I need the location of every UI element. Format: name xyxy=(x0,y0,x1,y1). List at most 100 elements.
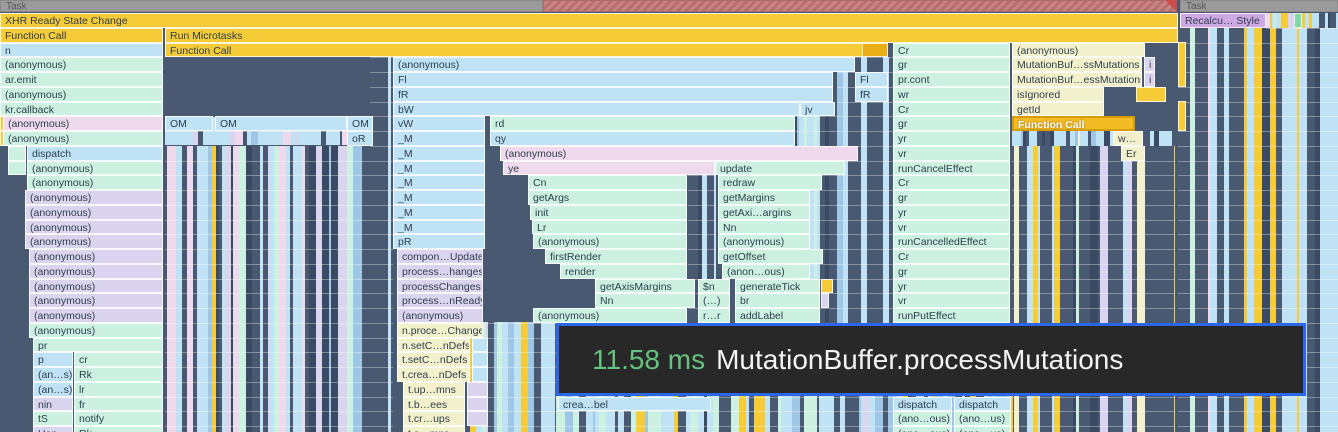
frame--anonymous-[interactable]: (anonymous) xyxy=(27,175,163,190)
frame--anonymous-[interactable]: (anonymous) xyxy=(533,308,687,323)
frame-compon-update[interactable]: compon…Update xyxy=(397,249,483,264)
frame-fr[interactable]: fR xyxy=(393,86,833,102)
frame--ano-us-[interactable]: (ano…us) xyxy=(954,411,1011,426)
frame--anonymous-[interactable]: (anonymous) xyxy=(29,263,163,279)
frame-sliver[interactable] xyxy=(472,352,488,367)
frame-getaxi-argins[interactable]: getAxi…argins xyxy=(718,204,810,220)
frame-om[interactable]: OM xyxy=(165,116,213,131)
frame-init[interactable]: init xyxy=(530,204,687,220)
frame-function-call[interactable]: Function Call xyxy=(0,27,163,43)
frame-n-setc-ndefs[interactable]: n.setC…nDefs xyxy=(397,337,470,353)
frame--anonymous-[interactable]: (anonymous) xyxy=(533,234,687,249)
frame--m[interactable]: _M xyxy=(393,160,485,176)
frame-sliver[interactable] xyxy=(1178,42,1186,87)
frame-sliver[interactable] xyxy=(862,42,888,58)
frame-cr[interactable]: Cr xyxy=(893,42,1010,58)
frame-sliver[interactable] xyxy=(472,337,488,353)
frame-t-crea-ndefs[interactable]: t.crea…nDefs xyxy=(397,367,470,382)
frame-dispatch[interactable]: dispatch xyxy=(893,396,952,412)
frame--anonymous-[interactable]: (anonymous) xyxy=(25,234,163,249)
frame--m[interactable]: _M xyxy=(393,204,485,220)
frame-xhr-ready-state-change[interactable]: XHR Ready State Change xyxy=(0,13,1178,28)
frame-run-microtasks[interactable]: Run Microtasks xyxy=(165,27,1178,43)
frame-sliver[interactable] xyxy=(8,160,26,176)
frame-fr[interactable]: fR xyxy=(855,86,888,102)
task-bar[interactable]: Task xyxy=(1180,0,1338,12)
frame--anonymous-[interactable]: (anonymous) xyxy=(500,145,858,161)
frame-fl[interactable]: Fl xyxy=(855,72,888,87)
frame-t-b-ees[interactable]: t.b…ees xyxy=(403,396,465,412)
frame--anonymous-[interactable]: (anonymous) xyxy=(397,308,483,323)
frame--m[interactable]: _M xyxy=(393,175,485,190)
frame-ar-emit[interactable]: ar.emit xyxy=(0,72,163,87)
frame--anonymous-[interactable]: (anonymous) xyxy=(29,293,163,308)
frame--m[interactable]: _M xyxy=(393,145,485,161)
frame-cr[interactable]: Cr xyxy=(893,249,1010,264)
frame-processchanges[interactable]: processChanges xyxy=(397,278,483,294)
frame--anonymous-[interactable]: (anonymous) xyxy=(29,308,163,323)
frame-sliver[interactable] xyxy=(1136,86,1166,102)
frame-t-s-mns[interactable]: t.s…mns xyxy=(403,426,465,432)
frame-gr[interactable]: gr xyxy=(893,57,1010,72)
frame--anonymous-[interactable]: (anonymous) xyxy=(25,204,163,220)
frame--m[interactable]: _M xyxy=(393,219,485,235)
frame-lr[interactable]: Lr xyxy=(532,219,687,235)
frame-getargs[interactable]: getArgs xyxy=(528,190,687,205)
frame-yr[interactable]: yr xyxy=(893,131,1010,146)
frame-isignored[interactable]: isIgnored xyxy=(1012,86,1104,102)
frame-nn[interactable]: Nn xyxy=(595,293,695,308)
frame-getmargins[interactable]: getMargins xyxy=(718,190,810,205)
frame-gr[interactable]: gr xyxy=(893,263,1010,279)
frame-i[interactable]: i xyxy=(1144,57,1155,72)
frame-er[interactable]: Er xyxy=(1121,145,1145,161)
frame-yr[interactable]: yr xyxy=(893,204,1010,220)
frame-runputeffect[interactable]: runPutEffect xyxy=(893,308,1010,323)
frame-pr-cont[interactable]: pr.cont xyxy=(893,72,1010,87)
frame-cr[interactable]: cr xyxy=(74,352,163,367)
frame-sliver[interactable] xyxy=(467,396,488,412)
frame-sliver[interactable] xyxy=(472,367,488,382)
frame--ano-ous-[interactable]: (ano…ous) xyxy=(893,411,952,426)
frame-or[interactable]: oR xyxy=(347,131,373,146)
frame-function-call[interactable]: Function Call xyxy=(165,42,888,58)
frame--anonymous-[interactable]: (anonymous) xyxy=(3,116,163,131)
frame--anonymous-[interactable]: (anonymous) xyxy=(29,322,163,338)
frame-generatetick[interactable]: generateTick xyxy=(735,278,820,294)
frame-bw[interactable]: bW xyxy=(393,101,800,117)
long-task-striped-bar[interactable] xyxy=(543,0,1177,12)
frame-pr[interactable]: pR xyxy=(393,234,485,249)
frame-getoffset[interactable]: getOffset xyxy=(718,249,823,264)
frame-nn[interactable]: Nn xyxy=(718,219,810,235)
frame-r-r[interactable]: r…r xyxy=(698,308,730,323)
frame-br[interactable]: br xyxy=(735,293,820,308)
frame-pr[interactable]: pr xyxy=(33,337,163,353)
frame--anonymous-[interactable]: (anonymous) xyxy=(718,234,810,249)
frame-n-proce-change[interactable]: n.proce…Change xyxy=(397,322,483,338)
frame-dispatch[interactable]: dispatch xyxy=(954,396,1011,412)
frame-p[interactable]: p xyxy=(33,352,73,367)
frame--anonymous-[interactable]: (anonymous) xyxy=(0,57,163,72)
frame-rk[interactable]: Rk xyxy=(74,367,163,382)
frame-jv[interactable]: jv xyxy=(800,101,835,117)
frame-han[interactable]: Han xyxy=(33,426,73,432)
frame-cr[interactable]: Cr xyxy=(893,101,1010,117)
frame-runcanceleffect[interactable]: runCancelEffect xyxy=(893,160,1010,176)
frame--anon-ous-[interactable]: (anon…ous) xyxy=(722,263,810,279)
frame--ano-us-[interactable]: (ano…us) xyxy=(954,426,1011,432)
frame-sliver[interactable] xyxy=(821,278,833,294)
frame-ye[interactable]: ye xyxy=(503,160,715,176)
frame-wr[interactable]: wr xyxy=(893,86,1010,102)
frame--anonymous-[interactable]: (anonymous) xyxy=(393,57,855,72)
frame-recalcu-style[interactable]: Recalcu… Style xyxy=(1180,13,1266,28)
frame-vr[interactable]: vr xyxy=(893,293,1010,308)
frame-i[interactable]: i xyxy=(1144,72,1155,87)
task-bar[interactable]: Task xyxy=(0,0,543,12)
frame-lr[interactable]: lr xyxy=(74,381,163,397)
frame-notify[interactable]: notify xyxy=(74,411,163,426)
frame-cr[interactable]: Cr xyxy=(893,175,1010,190)
frame-rk[interactable]: Rk xyxy=(74,426,163,432)
frame-kr-callback[interactable]: kr.callback xyxy=(0,101,163,117)
frame-fr[interactable]: fr xyxy=(74,396,163,412)
frame-sliver[interactable] xyxy=(8,145,26,161)
frame--ano-ous-[interactable]: (ano…ous) xyxy=(893,426,952,432)
